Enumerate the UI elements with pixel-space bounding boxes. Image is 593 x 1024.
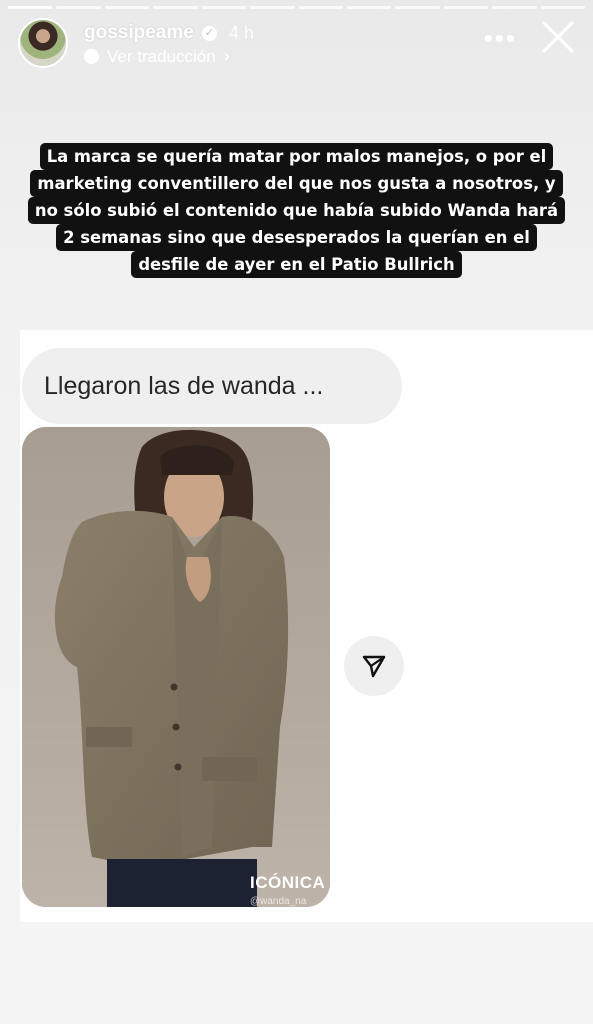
user-line: gossipeame ✓ 4 h — [84, 22, 254, 44]
timestamp: 4 h — [228, 22, 254, 43]
chevron-right-icon: › — [223, 46, 230, 66]
username[interactable]: gossipeame — [84, 22, 194, 44]
avatar[interactable] — [18, 18, 68, 68]
more-options-icon[interactable]: ••• — [484, 25, 517, 51]
story-view: gossipeame ✓ 4 h Ver traducción › ••• La… — [0, 0, 593, 1024]
message-photo[interactable]: ICÓNICA @wanda_na — [22, 427, 330, 907]
message-bubble: Llegaron las de wanda ... — [22, 348, 402, 424]
story-progress-bar — [8, 6, 586, 9]
progress-segment — [298, 6, 343, 9]
caption-line: desfile de ayer en el Patio Bullrich — [131, 251, 462, 278]
translate-label: Ver traducción — [107, 46, 216, 66]
caption-line: marketing conventillero del que nos gust… — [30, 170, 563, 197]
progress-segment — [201, 6, 247, 9]
progress-segment — [395, 6, 440, 9]
story-caption: La marca se quería matar por malos manej… — [0, 143, 593, 278]
progress-segment — [250, 6, 295, 9]
progress-segment — [56, 6, 101, 9]
progress-segment — [346, 6, 392, 9]
dm-screenshot: Llegaron las de wanda ... ICÓNICA @wanda… — [20, 330, 593, 922]
progress-segment — [153, 6, 198, 9]
verified-badge-icon: ✓ — [201, 25, 217, 41]
progress-segment — [540, 6, 586, 9]
close-icon[interactable] — [541, 20, 575, 54]
story-header: gossipeame ✓ 4 h Ver traducción › ••• — [18, 18, 575, 72]
caption-line: 2 semanas sino que desesperados la querí… — [56, 224, 537, 251]
caption-line: no sólo subió el contenido que había sub… — [27, 197, 566, 224]
progress-segment — [104, 6, 150, 9]
photo-handle-watermark: @wanda_na — [250, 896, 307, 907]
share-button[interactable] — [344, 636, 404, 696]
progress-segment — [492, 6, 537, 9]
photo-illustration — [22, 427, 330, 907]
progress-segment — [443, 6, 489, 9]
caption-line: La marca se quería matar por malos manej… — [39, 143, 554, 170]
translate-link[interactable]: Ver traducción › — [84, 46, 230, 67]
globe-icon — [84, 49, 99, 64]
send-icon — [362, 655, 386, 678]
photo-brand-watermark: ICÓNICA — [250, 873, 326, 892]
progress-segment — [8, 6, 53, 9]
message-text: Llegaron las de wanda ... — [44, 371, 324, 400]
